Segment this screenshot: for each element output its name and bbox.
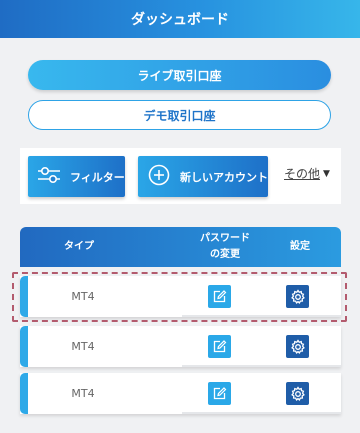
more-dropdown[interactable]: その他 ▼ [284,165,330,182]
caret-down-icon: ▼ [323,168,330,179]
column-header-password: パスワード の変更 [200,233,250,260]
account-type: MT4 [71,340,95,353]
gear-icon [290,338,305,354]
account-type: MT4 [71,387,95,400]
edit-icon [213,387,227,400]
row-highlight-outline [12,272,347,322]
edit-icon [213,340,227,353]
settings-button[interactable] [286,335,309,358]
row-divider [182,412,341,414]
row-accent [20,373,28,414]
table-row: MT4 [20,373,341,414]
demo-account-label: デモ取引口座 [143,108,216,123]
live-account-tab[interactable]: ライブ取引口座 [28,60,331,90]
filter-label: フィルター [70,170,125,184]
page-title: ダッシュボード [131,12,229,28]
row-accent [20,326,28,367]
column-header-type: タイプ [64,241,94,252]
live-account-label: ライブ取引口座 [137,68,222,83]
page-header: ダッシュボード [0,0,360,38]
more-label: その他 [284,167,321,181]
gear-icon [290,385,305,401]
plus-circle-icon [148,164,170,189]
column-header-settings: 設定 [290,241,310,252]
table-header: タイプ パスワード の変更 設定 [20,227,341,267]
table-row: MT4 [20,326,341,367]
row-divider [182,365,341,367]
change-password-button[interactable] [208,335,231,358]
settings-button[interactable] [286,382,309,405]
filter-button[interactable]: フィルター [28,156,125,197]
new-account-label: 新しいアカウント [180,170,268,184]
toolbar: フィルター 新しいアカウント その他 ▼ [20,148,341,204]
demo-account-tab[interactable]: デモ取引口座 [28,100,331,130]
new-account-button[interactable]: 新しいアカウント [138,156,268,197]
sliders-icon [37,165,61,188]
change-password-button[interactable] [208,382,231,405]
